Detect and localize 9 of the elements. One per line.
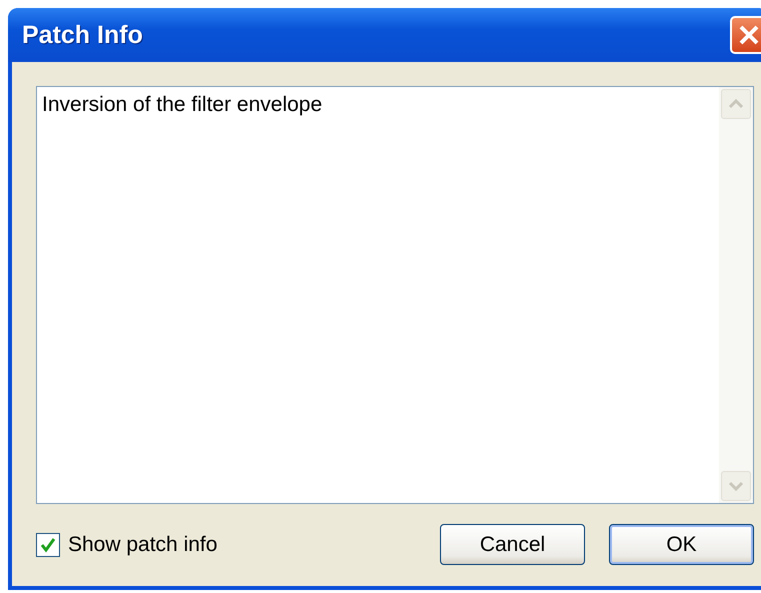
checkbox[interactable] [36, 532, 60, 556]
cancel-button[interactable]: Cancel [440, 524, 585, 565]
chevron-down-icon [728, 481, 744, 491]
window-title: Patch Info [22, 20, 143, 50]
chevron-up-icon [728, 99, 744, 109]
checkbox-label[interactable]: Show patch info [68, 532, 218, 556]
close-button[interactable] [730, 16, 761, 54]
close-icon [738, 24, 760, 46]
ok-button[interactable]: OK [609, 524, 754, 565]
